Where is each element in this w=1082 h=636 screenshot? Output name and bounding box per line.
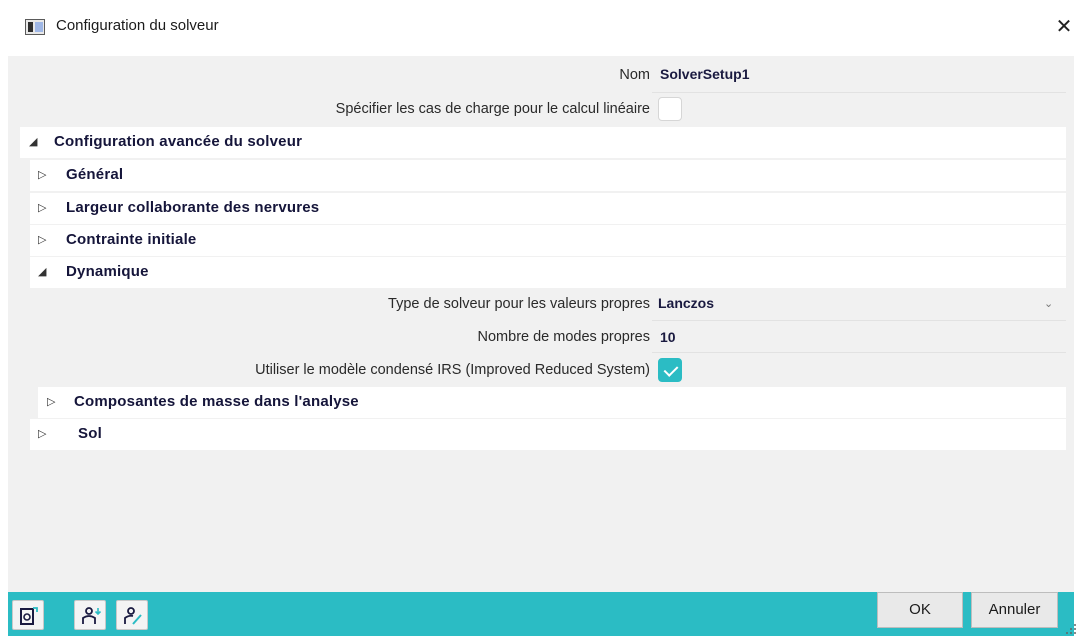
window-title: Configuration du solveur xyxy=(56,17,219,34)
export-document-icon[interactable] xyxy=(12,600,44,630)
name-label: Nom xyxy=(619,67,650,83)
section-dynamics-label: Dynamique xyxy=(66,263,149,280)
section-mass-components[interactable]: ▷ Composantes de masse dans l'analyse xyxy=(38,387,1066,418)
modes-value[interactable]: 10 xyxy=(660,329,676,345)
row-divider xyxy=(652,320,1066,321)
load-cases-label: Spécifier les cas de charge pour le calc… xyxy=(335,101,650,117)
resize-grip-icon[interactable] xyxy=(1064,622,1078,636)
section-ribs-label: Largeur collaborante des nervures xyxy=(66,199,320,216)
section-soil[interactable]: ▷ Sol xyxy=(30,419,1066,450)
name-value[interactable]: SolverSetup1 xyxy=(660,66,749,82)
expand-triangle-icon: ▷ xyxy=(38,234,47,246)
ok-button[interactable]: OK xyxy=(877,592,963,628)
section-ribs[interactable]: ▷ Largeur collaborante des nervures xyxy=(30,193,1066,224)
section-general[interactable]: ▷ Général xyxy=(30,160,1066,191)
expand-triangle-icon: ▷ xyxy=(47,396,56,408)
collapse-triangle-icon: ◢ xyxy=(29,136,38,148)
expand-triangle-icon: ▷ xyxy=(38,428,47,440)
expand-triangle-icon: ▷ xyxy=(38,169,47,181)
expand-triangle-icon: ▷ xyxy=(38,202,47,214)
section-soil-label: Sol xyxy=(78,425,102,442)
modes-label: Nombre de modes propres xyxy=(477,329,650,345)
section-advanced-config[interactable]: ◢ Configuration avancée du solveur xyxy=(20,127,1066,158)
user-export-icon[interactable] xyxy=(74,600,106,630)
app-window-icon xyxy=(25,19,45,35)
row-divider xyxy=(652,92,1066,93)
collapse-triangle-icon: ◢ xyxy=(38,266,47,278)
solver-type-value[interactable]: Lanczos xyxy=(658,295,714,311)
solver-type-label: Type de solveur pour les valeurs propres xyxy=(388,296,650,312)
section-general-label: Général xyxy=(66,166,124,183)
section-dynamics[interactable]: ◢ Dynamique xyxy=(30,257,1066,288)
section-initial-stress-label: Contrainte initiale xyxy=(66,231,197,248)
row-divider xyxy=(652,352,1066,353)
section-initial-stress[interactable]: ▷ Contrainte initiale xyxy=(30,225,1066,256)
user-edit-icon[interactable] xyxy=(116,600,148,630)
irs-checkbox[interactable] xyxy=(658,358,682,382)
chevron-down-icon[interactable]: ⌄ xyxy=(1044,297,1053,310)
cancel-button[interactable]: Annuler xyxy=(971,592,1058,628)
close-icon[interactable]: ✕ xyxy=(1052,13,1076,41)
load-cases-checkbox[interactable] xyxy=(658,97,682,121)
section-mass-label: Composantes de masse dans l'analyse xyxy=(74,393,359,410)
section-advanced-label: Configuration avancée du solveur xyxy=(54,133,303,150)
title-bar: Configuration du solveur ✕ xyxy=(0,0,1082,56)
irs-label: Utiliser le modèle condensé IRS (Improve… xyxy=(255,362,650,378)
